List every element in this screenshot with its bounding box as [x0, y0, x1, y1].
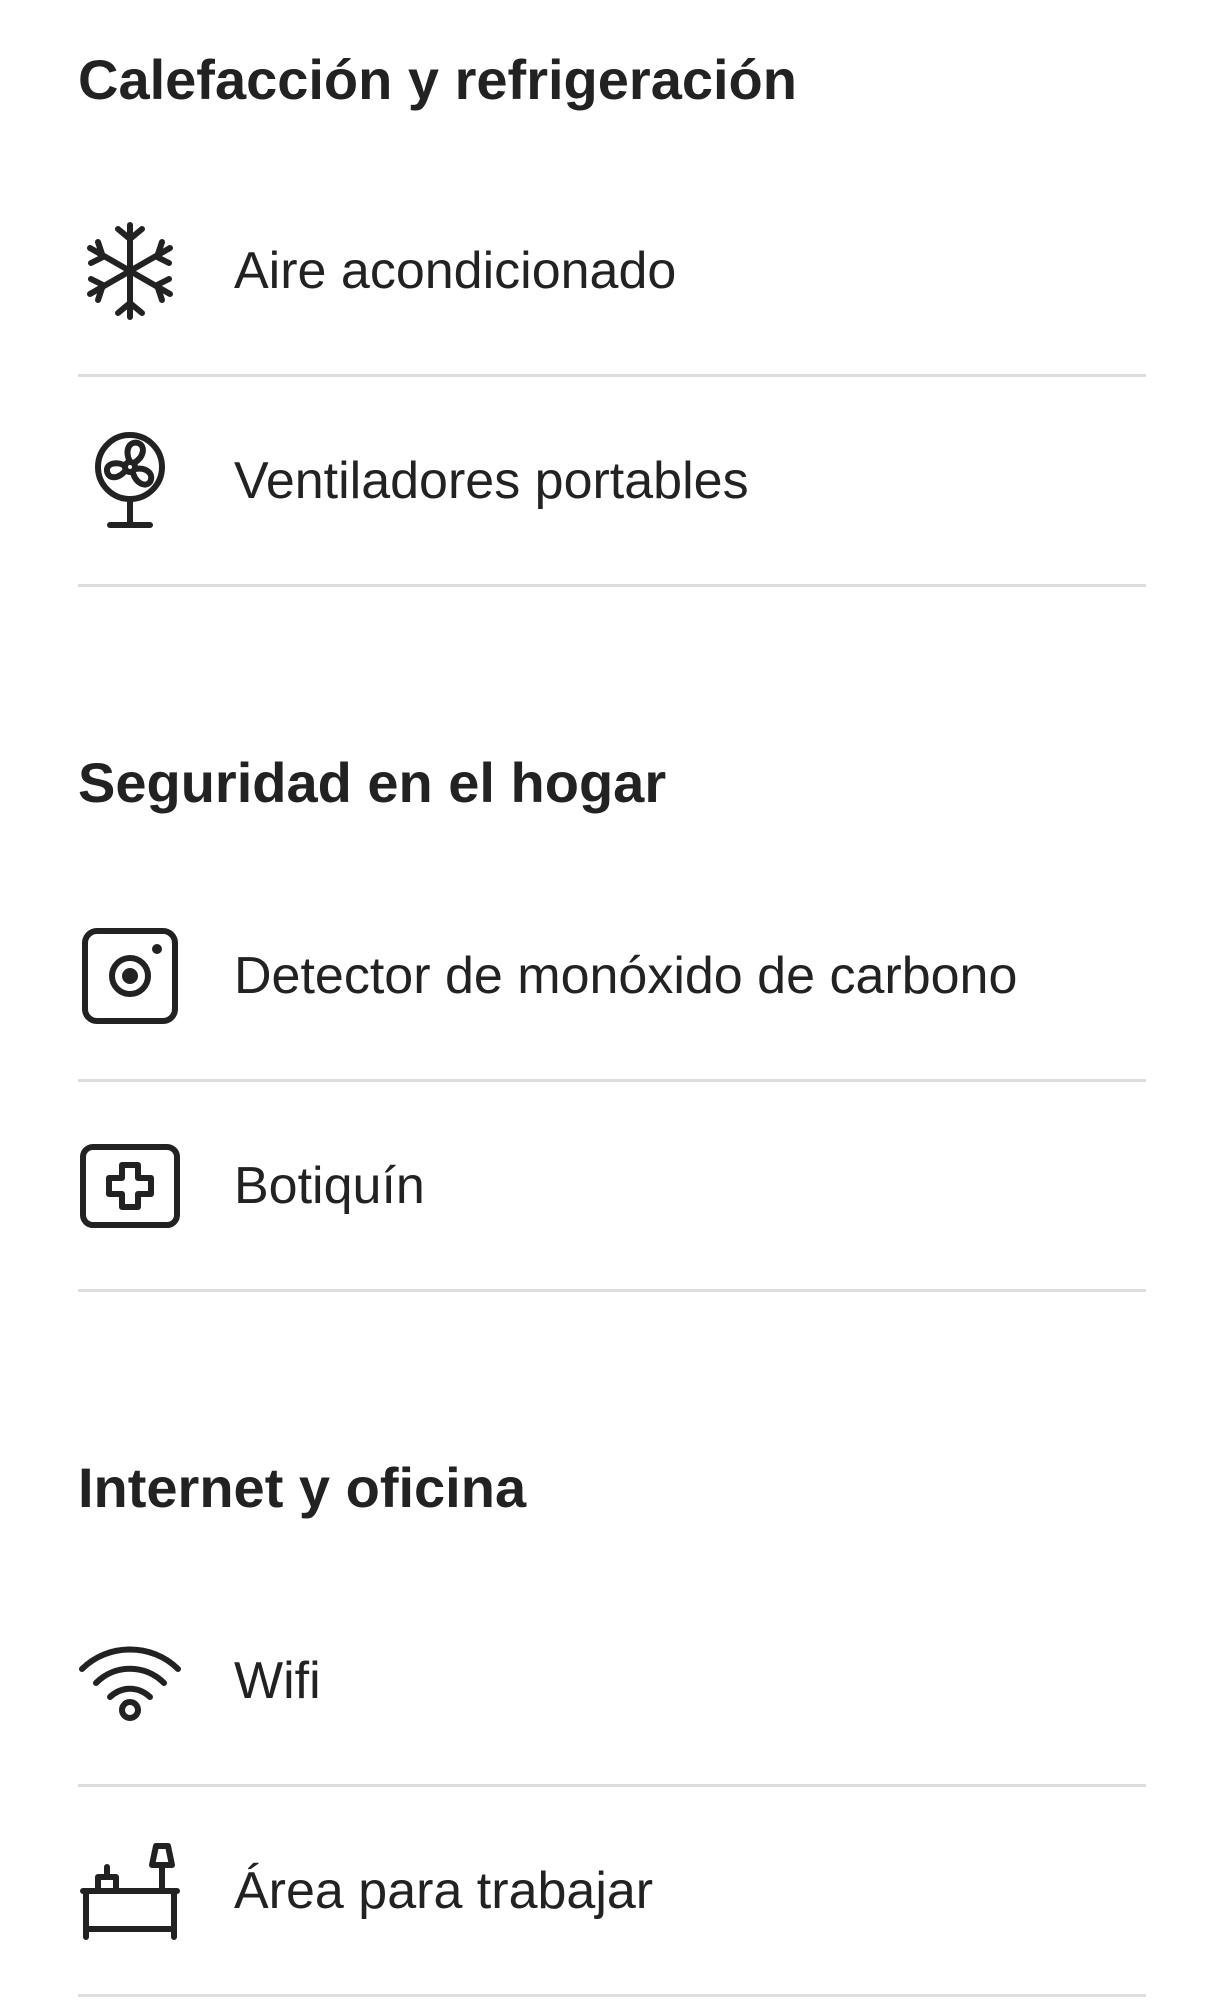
- amenity-row-first-aid-kit: Botiquín: [78, 1082, 1146, 1292]
- amenity-label: Wifi: [234, 1651, 321, 1710]
- amenity-row-air-conditioning: Aire acondicionado: [78, 167, 1146, 377]
- amenities-page: Calefacción y refrigeración Aire acondic…: [0, 0, 1224, 2010]
- first-aid-kit-icon: [78, 1134, 182, 1238]
- amenity-label: Ventiladores portables: [234, 451, 749, 510]
- wifi-icon: [78, 1629, 182, 1733]
- carbon-monoxide-detector-icon: [78, 924, 182, 1028]
- amenity-label: Botiquín: [234, 1156, 425, 1215]
- amenity-label: Área para trabajar: [234, 1861, 654, 1920]
- amenity-row-wifi: Wifi: [78, 1577, 1146, 1787]
- amenity-row-workspace: Área para trabajar: [78, 1787, 1146, 1997]
- amenity-label: Aire acondicionado: [234, 241, 677, 300]
- workspace-desk-icon: [78, 1839, 182, 1943]
- section-title: Internet y oficina: [78, 1456, 527, 1519]
- section-title: Calefacción y refrigeración: [78, 48, 797, 111]
- section-title: Seguridad en el hogar: [78, 751, 667, 814]
- amenity-row-portable-fans: Ventiladores portables: [78, 377, 1146, 587]
- amenity-row-carbon-monoxide-detector: Detector de monóxido de carbono: [78, 872, 1146, 1082]
- fan-icon: [78, 429, 182, 533]
- snowflake-icon: [78, 219, 182, 323]
- amenity-label: Detector de monóxido de carbono: [234, 946, 1018, 1005]
